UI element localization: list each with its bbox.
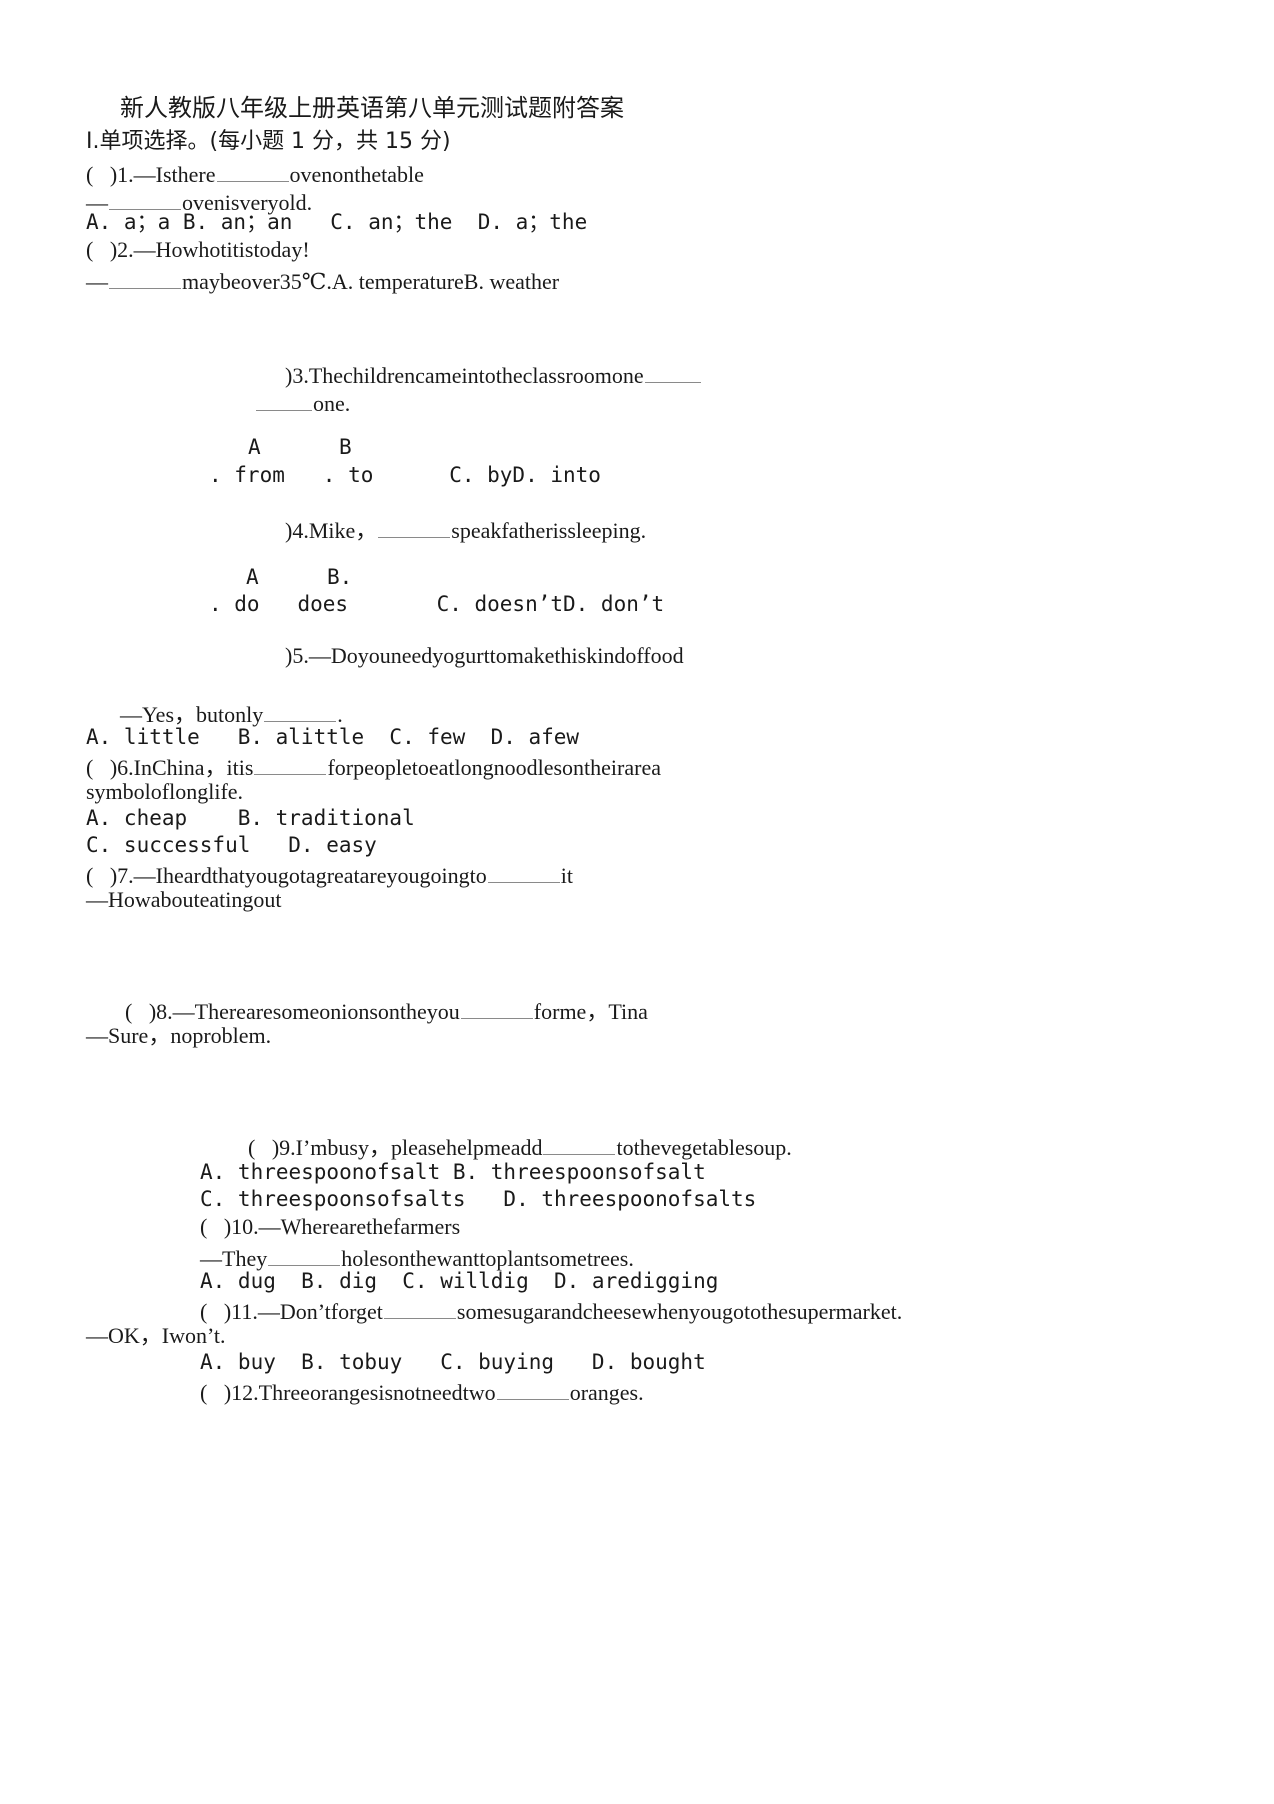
question-2-stem-line-1: ( )2.—Howhotitistoday!: [86, 237, 310, 262]
q6-stem-text: ( )6.InChina，itis: [86, 754, 254, 780]
question-4-stem: )4.Mike， speakfatherissleeping.: [285, 516, 646, 542]
q1-blank-2: [109, 188, 181, 210]
question-1-stem-line-1: ( )1.—Isthere ovenonthetable: [86, 160, 424, 186]
q6-stem-tail: forpeopletoeatlongnoodlesontheirarea: [327, 754, 661, 780]
q9-blank-1: [543, 1133, 616, 1155]
q4-stem-text: )4.Mike，: [285, 517, 378, 543]
section-heading: Ⅰ.单项选择。(每小题 1 分，共 15 分): [86, 129, 451, 154]
q8-stem-text: ( )8.—Therearesomeonionsontheyou: [125, 998, 460, 1024]
q1-blank-1: [216, 160, 289, 182]
question-11-stem: ( )11.—Don’tforget somesugarandcheesewhen…: [200, 1297, 902, 1323]
question-6-stem-line-1: ( )6.InChina，itis forpeopletoeatlongnoodl…: [86, 753, 661, 779]
q4-stem-tail: speakfatherissleeping.: [451, 517, 647, 543]
q7-stem-text: ( )7.—Iheardthatyougotagreatareyougoingt…: [86, 862, 487, 888]
question-4-option-letter-a: A: [246, 565, 259, 589]
question-5-stem: )5.—Doyouneedyogurttomakethiskindoffood: [285, 643, 684, 668]
q6-blank-1: [254, 753, 327, 775]
q10-blank-1: [268, 1244, 341, 1266]
question-6-options-cd: C. successful D. easy: [86, 833, 377, 857]
question-11-options: A. buy B. tobuy C. buying D. bought: [200, 1350, 706, 1374]
question-3-stem-line-1: )3.Thechildrencameintotheclassroomone: [285, 361, 702, 387]
q11-blank-1: [383, 1297, 456, 1319]
question-7-reply: —Howabouteatingout: [86, 887, 282, 912]
q10-reply-tail: holesonthewanttoplantsometrees.: [341, 1245, 634, 1271]
question-8-stem: ( )8.—Therearesomeonionsontheyou forme，Ti…: [125, 997, 648, 1023]
q5-reply-text: —Yes，butonly: [120, 701, 264, 727]
question-11-reply: —OK，Iwon’t.: [86, 1323, 226, 1348]
question-5-options: A. little B. alittle C. few D. afew: [86, 725, 580, 749]
q8-blank-1: [460, 997, 533, 1019]
q2-blank-1: [109, 267, 181, 289]
question-6-stem-line-2: symboloflonglife.: [86, 779, 244, 804]
question-2-stem-line-2: — maybeover35℃.A. temperatureB. weather: [86, 267, 559, 293]
q8-stem-tail: forme，Tina: [533, 998, 648, 1024]
q3-stem-cont: one.: [313, 390, 351, 416]
question-3-stem-line-2: one.: [255, 389, 350, 415]
q3-stem-text: )3.Thechildrencameintotheclassroomone: [285, 362, 644, 388]
q2-stem-b-tail: maybeover35℃.A. temperatureB. weather: [182, 268, 560, 294]
q11-stem-tail: somesugarandcheesewhenyougotothesupermar…: [456, 1298, 903, 1324]
q1-stem-text: ( )1.—Isthere: [86, 161, 216, 187]
question-1-options: A. a；a B. an；an C. an；the D. a；the: [86, 210, 588, 234]
question-3-option-letter-a: A: [248, 435, 261, 459]
question-4-option-letter-b: B.: [327, 565, 353, 589]
q7-stem-tail: it: [560, 862, 573, 888]
q9-stem-text: ( )9.I’mbusy，pleasehelpmeadd: [248, 1134, 543, 1160]
question-9-options-cd: C. threespoonsofsalts D. threespoonofsal…: [200, 1187, 757, 1211]
question-9-stem: ( )9.I’mbusy，pleasehelpmeadd tothevegetab…: [248, 1133, 792, 1159]
question-3-option-letter-b: B: [339, 435, 352, 459]
q2-dash: —: [86, 268, 108, 294]
question-3-options: . from . to C. byD. into: [209, 463, 601, 487]
question-7-stem: ( )7.—Iheardthatyougotagreatareyougoingt…: [86, 861, 573, 887]
q11-stem-text: ( )11.—Don’tforget: [200, 1298, 383, 1324]
exam-page: 新人教版八年级上册英语第八单元测试题附答案 Ⅰ.单项选择。(每小题 1 分，共 …: [0, 0, 1274, 1804]
q4-blank-1: [378, 516, 451, 538]
question-4-options: . do does C. doesn’tD. don’t: [209, 592, 665, 616]
question-10-options: A. dug B. dig C. willdig D. aredigging: [200, 1269, 719, 1293]
q3-blank-1: [644, 361, 701, 383]
question-10-reply: —They holesonthewanttoplantsometrees.: [200, 1244, 634, 1270]
q5-reply-tail: .: [337, 701, 343, 727]
question-8-reply: —Sure，noproblem.: [86, 1023, 272, 1048]
q1-stem-tail: ovenonthetable: [289, 161, 424, 187]
q5-blank-1: [264, 700, 337, 722]
question-10-stem: ( )10.—Wherearethefarmers: [200, 1214, 461, 1239]
q12-stem-tail: oranges.: [569, 1379, 644, 1405]
question-9-options-ab: A. threespoonofsalt B. threespoonsofsalt: [200, 1160, 706, 1184]
q12-stem-text: ( )12.Threeorangesisnotneedtwo: [200, 1379, 496, 1405]
q7-blank-1: [487, 861, 560, 883]
question-12-stem: ( )12.Threeorangesisnotneedtwo oranges.: [200, 1378, 644, 1404]
q9-stem-tail: tothevegetablesoup.: [616, 1134, 792, 1160]
q12-blank-1: [496, 1378, 569, 1400]
q10-reply-text: —They: [200, 1245, 268, 1271]
question-6-options-ab: A. cheap B. traditional: [86, 806, 415, 830]
question-5-reply: —Yes，butonly.: [120, 700, 343, 726]
q3-blank-2: [256, 389, 312, 411]
page-title: 新人教版八年级上册英语第八单元测试题附答案: [120, 94, 624, 122]
